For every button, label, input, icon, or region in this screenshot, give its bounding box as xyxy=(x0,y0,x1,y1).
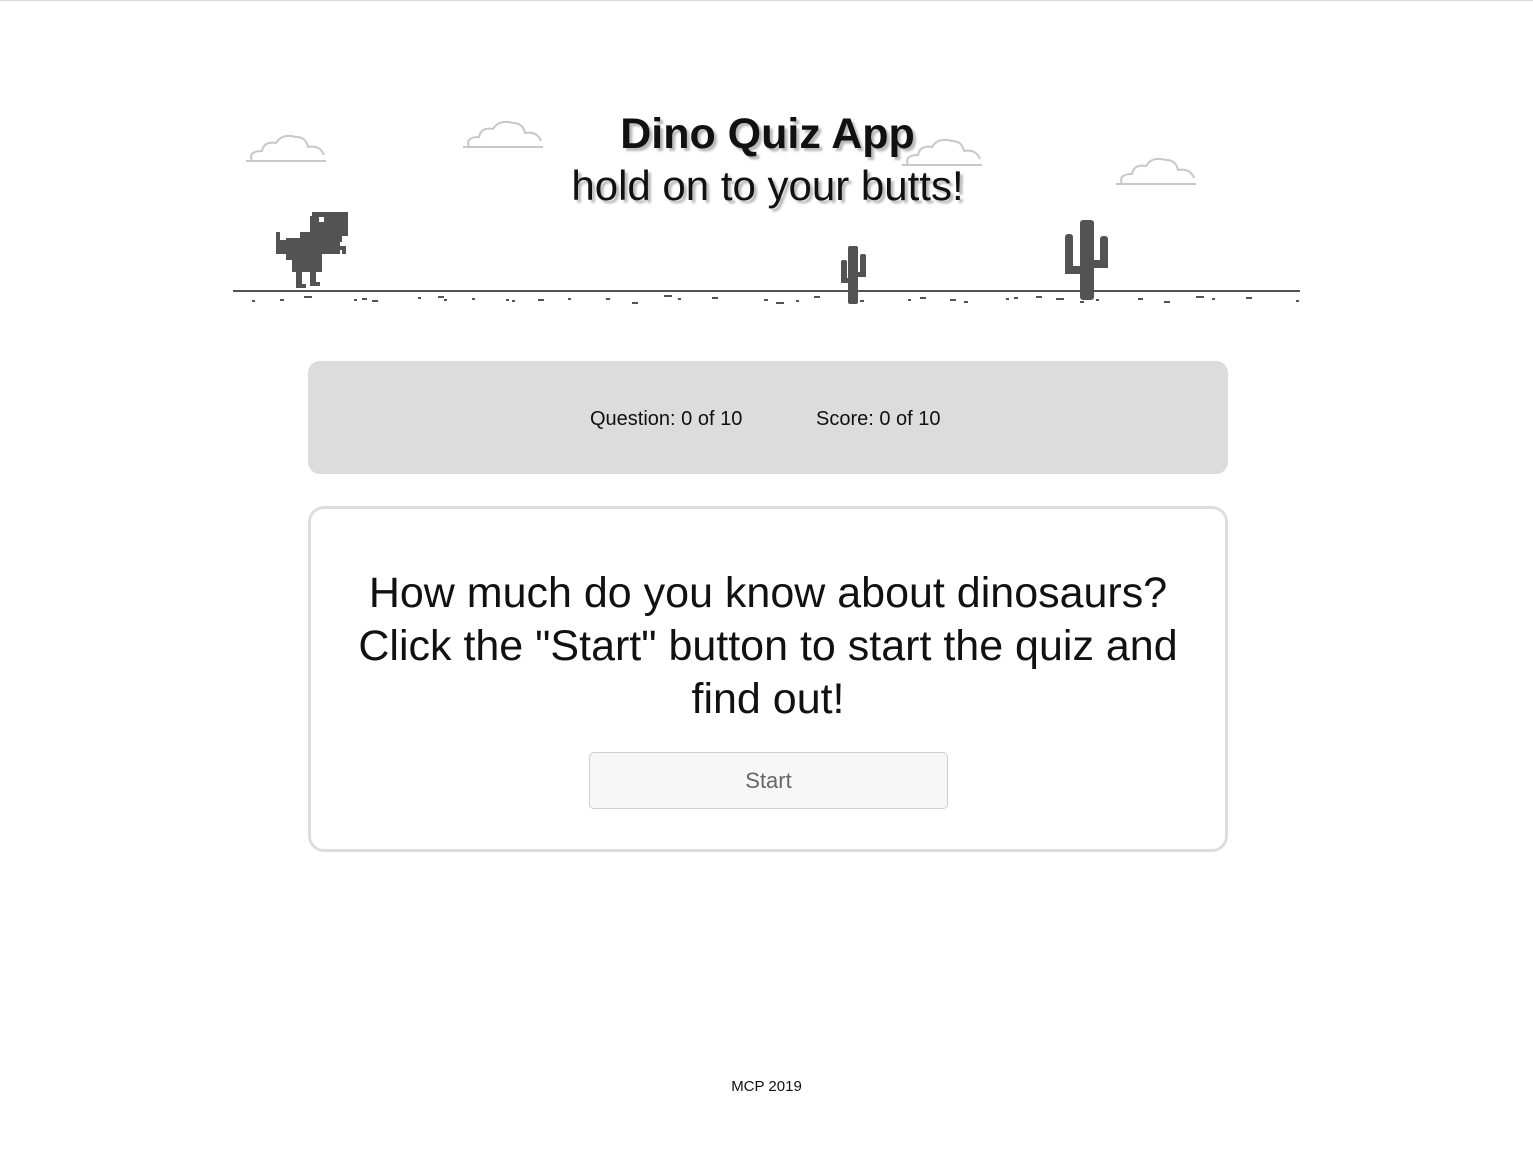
quiz-card: How much do you know about dinosaurs? Cl… xyxy=(308,506,1228,852)
score-counter: Score: 0 of 10 xyxy=(816,408,941,430)
question-counter: Question: 0 of 10 xyxy=(590,408,743,430)
cactus-icon xyxy=(1065,220,1108,300)
dinosaur-icon xyxy=(276,212,348,288)
status-bar: Question: 0 of 10 Score: 0 of 10 xyxy=(308,361,1228,474)
hero-banner: Dino Quiz App hold on to your butts! xyxy=(230,100,1305,310)
header: Dino Quiz App hold on to your butts! xyxy=(230,108,1305,212)
app-subtitle: hold on to your butts! xyxy=(571,162,964,209)
top-divider xyxy=(0,0,1533,1)
footer-text: MCP 2019 xyxy=(731,1078,802,1095)
quiz-intro-text: How much do you know about dinosaurs? Cl… xyxy=(358,569,1178,723)
start-button[interactable]: Start xyxy=(589,752,948,809)
ground-line xyxy=(233,290,1300,304)
app-title: Dino Quiz App xyxy=(620,110,915,158)
cactus-icon xyxy=(841,246,866,304)
